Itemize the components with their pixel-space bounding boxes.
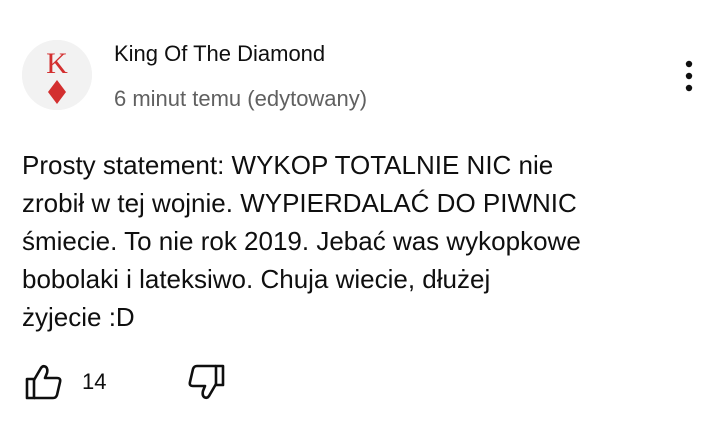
comment-text-line: żyjecie :D <box>22 302 135 332</box>
like-button[interactable] <box>22 360 66 404</box>
like-count: 14 <box>82 369 107 394</box>
comment-text: Prosty statement: WYKOP TOTALNIE NIC nie… <box>22 146 692 336</box>
avatar-letter: K <box>46 47 68 80</box>
author-name[interactable]: King Of The Diamond <box>114 40 325 68</box>
more-vertical-icon <box>685 60 693 92</box>
comment-actions: 14 <box>22 360 228 404</box>
king-of-diamonds-icon: K <box>22 40 92 110</box>
more-options-button[interactable] <box>672 56 706 96</box>
comment-text-line: zrobił w tej wojnie. WYPIERDALAĆ DO PIWN… <box>22 188 577 218</box>
avatar[interactable]: K <box>22 40 92 110</box>
thumbs-up-icon <box>25 364 62 400</box>
comment-timestamp: 6 minut temu (edytowany) <box>114 86 368 111</box>
thumbs-down-icon <box>188 364 225 400</box>
comment-text-line: śmiecie. To nie rok 2019. Jebać was wyko… <box>22 226 581 256</box>
comment-text-line: bobolaki i lateksiwo. Chuja wiecie, dłuż… <box>22 264 491 294</box>
comment-text-line: Prosty statement: WYKOP TOTALNIE NIC nie <box>22 150 554 180</box>
dislike-button[interactable] <box>184 360 228 404</box>
